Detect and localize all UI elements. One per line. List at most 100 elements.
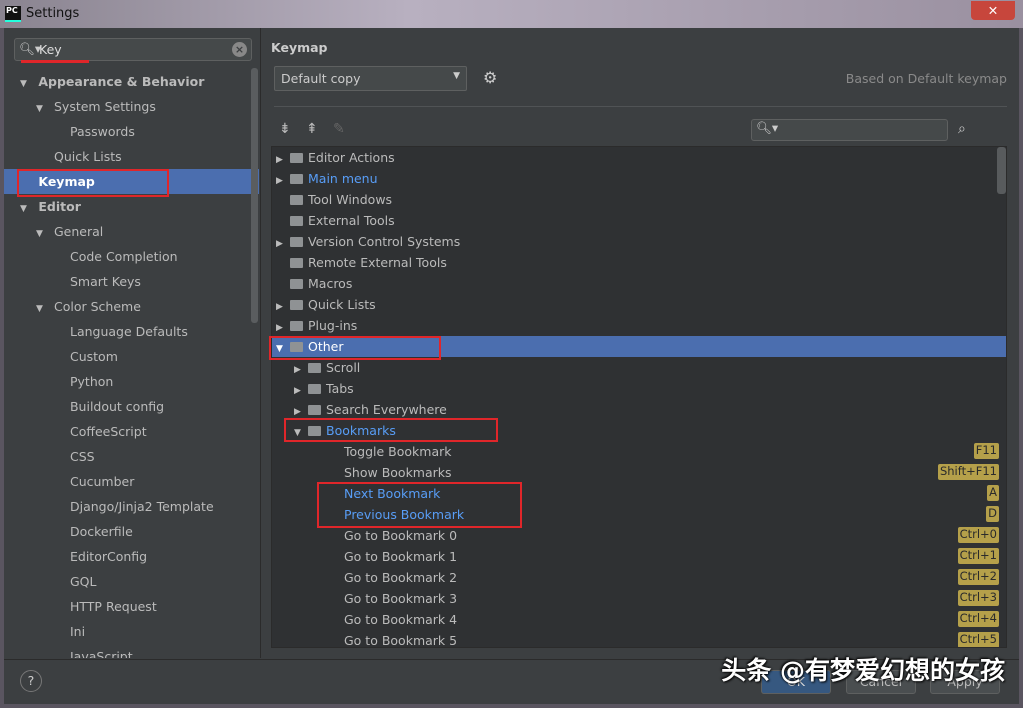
sidebar-item[interactable]: ▼ Color Scheme [4, 294, 259, 319]
clear-search-icon[interactable]: × [232, 42, 247, 57]
shortcut-badge: Ctrl+1 [957, 548, 999, 564]
sidebar-item[interactable]: Quick Lists [4, 144, 259, 169]
based-on-label: Based on Default keymap [845, 71, 1007, 86]
sidebar-item[interactable]: Cucumber [4, 469, 259, 494]
tree-group[interactable]: ▶ Plug-ins [272, 315, 1006, 336]
sidebar-item[interactable]: CSS [4, 444, 259, 469]
action-label: Go to Bookmark 0 [344, 528, 458, 543]
folder-icon [290, 258, 303, 268]
tree-group[interactable]: Remote External Tools [272, 252, 1006, 273]
tree-group[interactable]: External Tools [272, 210, 1006, 231]
sidebar-item[interactable]: ▼ General [4, 219, 259, 244]
folder-icon [290, 153, 303, 163]
shortcut-badge: Ctrl+0 [957, 527, 999, 543]
shortcut-badge: Ctrl+3 [957, 590, 999, 606]
annotation-underline [21, 60, 89, 63]
sidebar-item[interactable]: Language Defaults [4, 319, 259, 344]
collapse-all-icon[interactable]: ⇞ [306, 121, 318, 137]
tree-scrollbar[interactable] [997, 147, 1006, 194]
sidebar-item-label: Passwords [69, 124, 135, 139]
close-button[interactable]: ✕ [971, 1, 1015, 20]
help-button[interactable]: ? [20, 670, 42, 692]
find-shortcut-icon[interactable]: ⌕ [958, 121, 966, 137]
folder-icon [290, 195, 303, 205]
sidebar-item[interactable]: Dockerfile [4, 519, 259, 544]
settings-dialog: 🔍︎▾ Key × ▼ Appearance & Behavior ▼ Syste… [4, 28, 1019, 704]
shortcut-badge: F11 [973, 443, 999, 459]
settings-sidebar: 🔍︎▾ Key × ▼ Appearance & Behavior ▼ Syste… [4, 28, 259, 658]
window-title: Settings [26, 6, 80, 21]
sidebar-item[interactable]: Code Completion [4, 244, 259, 269]
action-label: Scroll [326, 360, 361, 375]
action-label: Go to Bookmark 1 [344, 549, 458, 564]
shortcut-badge: A [987, 485, 999, 501]
sidebar-item[interactable]: Python [4, 369, 259, 394]
action-label: Go to Bookmark 3 [344, 591, 458, 606]
annotation-box-keymap [17, 169, 169, 197]
tree-group[interactable]: ▶ Scroll [272, 357, 1006, 378]
keymap-scheme-select[interactable]: Default copy ▼ [274, 66, 467, 91]
action-row[interactable]: Go to Bookmark 5 Ctrl+5 [272, 630, 1006, 647]
scheme-value: Default copy [281, 71, 361, 86]
tree-group[interactable]: ▶ Editor Actions [272, 147, 1006, 168]
sidebar-item-label: Django/Jinja2 Template [69, 499, 214, 514]
tree-group[interactable]: ▶ Tabs [272, 378, 1006, 399]
sidebar-item[interactable]: Passwords [4, 119, 259, 144]
action-label: Plug-ins [308, 318, 358, 333]
sidebar-item-label: Quick Lists [53, 149, 122, 164]
sidebar-item-label: System Settings [53, 99, 156, 114]
tree-group[interactable]: ▶ Version Control Systems [272, 231, 1006, 252]
sidebar-item[interactable]: EditorConfig [4, 544, 259, 569]
sidebar-item-label: General [53, 224, 104, 239]
sidebar-item[interactable]: Ini [4, 619, 259, 644]
action-row[interactable]: Go to Bookmark 2 Ctrl+2 [272, 567, 1006, 588]
tree-group[interactable]: Macros [272, 273, 1006, 294]
sidebar-item-label: Color Scheme [53, 299, 141, 314]
sidebar-item[interactable]: Smart Keys [4, 269, 259, 294]
shortcut-badge: D [986, 506, 999, 522]
action-label: Search Everywhere [326, 402, 447, 417]
action-label: Go to Bookmark 2 [344, 570, 458, 585]
action-label: Remote External Tools [308, 255, 447, 270]
folder-icon [290, 321, 303, 331]
sidebar-item[interactable]: JavaScript [4, 644, 259, 658]
tree-group[interactable]: ▶ Main menu [272, 168, 1006, 189]
folder-icon [290, 279, 303, 289]
annotation-box-bookmarks [284, 418, 498, 442]
sidebar-item[interactable]: ▼ Editor [4, 194, 259, 219]
keymap-search-input[interactable]: 🔍︎▾ [751, 119, 948, 141]
action-row[interactable]: Go to Bookmark 4 Ctrl+4 [272, 609, 1006, 630]
action-row[interactable]: Toggle Bookmark F11 [272, 441, 1006, 462]
sidebar-item[interactable]: ▼ System Settings [4, 94, 259, 119]
sidebar-item[interactable]: Custom [4, 344, 259, 369]
sidebar-item-label: Cucumber [69, 474, 135, 489]
action-row[interactable]: Go to Bookmark 0 Ctrl+0 [272, 525, 1006, 546]
gear-icon[interactable]: ⚙ [483, 68, 497, 87]
tree-group[interactable]: ▶ Quick Lists [272, 294, 1006, 315]
action-label: Toggle Bookmark [344, 444, 452, 459]
sidebar-item[interactable]: GQL [4, 569, 259, 594]
settings-search-input[interactable]: 🔍︎▾ Key × [14, 38, 252, 61]
sidebar-item[interactable]: HTTP Request [4, 594, 259, 619]
tree-group[interactable]: ▶ Search Everywhere [272, 399, 1006, 420]
folder-icon [290, 174, 303, 184]
action-row[interactable]: Show Bookmarks Shift+F11 [272, 462, 1006, 483]
edit-icon[interactable]: ✎ [333, 121, 345, 137]
search-value: Key [39, 42, 62, 57]
shortcut-badge: Ctrl+5 [957, 632, 999, 647]
sidebar-scrollbar[interactable] [251, 68, 258, 323]
chevron-down-icon: ▼ [453, 71, 460, 81]
action-row[interactable]: Go to Bookmark 1 Ctrl+1 [272, 546, 1006, 567]
action-row[interactable]: Go to Bookmark 3 Ctrl+3 [272, 588, 1006, 609]
folder-icon [308, 363, 321, 373]
search-icon: 🔍︎▾ [19, 41, 42, 56]
sidebar-item[interactable]: CoffeeScript [4, 419, 259, 444]
watermark: 头条 @有梦爱幻想的女孩 [721, 656, 1005, 685]
sidebar-item-label: CoffeeScript [69, 424, 147, 439]
tree-group[interactable]: Tool Windows [272, 189, 1006, 210]
page-title: Keymap [271, 40, 328, 55]
sidebar-item[interactable]: Buildout config [4, 394, 259, 419]
sidebar-item[interactable]: ▼ Appearance & Behavior [4, 69, 259, 94]
sidebar-item[interactable]: Django/Jinja2 Template [4, 494, 259, 519]
expand-all-icon[interactable]: ⇟ [279, 121, 291, 137]
